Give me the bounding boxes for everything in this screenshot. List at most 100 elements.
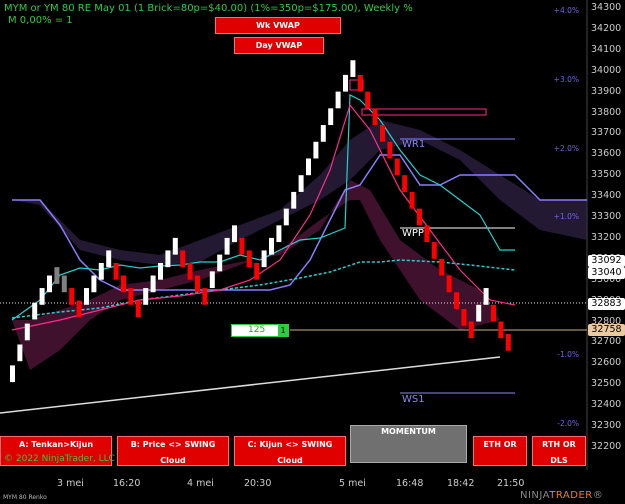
down-brick <box>454 292 459 309</box>
down-brick <box>113 262 119 280</box>
order-quantity-field[interactable]: 125 1 <box>231 324 289 337</box>
down-brick <box>61 275 67 293</box>
up-brick <box>39 288 45 305</box>
price-tick: 33600 <box>591 148 622 160</box>
signal-c-button[interactable]: C: Kijun <> SWING Cloud <box>234 436 346 466</box>
percent-label: -1.0% <box>557 350 579 359</box>
price-tick: 33300 <box>591 211 622 222</box>
down-brick <box>365 91 371 109</box>
price-badge: 33092 <box>588 255 625 267</box>
signal-b-button[interactable]: B: Price <> SWING Cloud <box>117 436 229 466</box>
down-brick <box>254 262 260 280</box>
up-brick <box>98 262 104 280</box>
up-brick <box>350 60 356 77</box>
down-brick <box>468 321 474 339</box>
momentum-panel[interactable]: MOMENTUM <box>350 425 467 463</box>
down-brick <box>505 334 511 351</box>
time-tick: 16:48 <box>396 478 424 489</box>
down-brick <box>431 242 437 259</box>
up-brick <box>24 323 30 341</box>
price-chart[interactable] <box>0 0 625 504</box>
price-tick: 33700 <box>591 127 622 139</box>
up-brick <box>106 250 112 268</box>
down-brick <box>121 275 126 293</box>
eth-or-button[interactable]: ETH OR <box>473 436 527 466</box>
up-brick <box>269 237 274 255</box>
up-brick <box>476 304 482 322</box>
price-tick: 32200 <box>591 440 622 452</box>
wr1-label: WR1 <box>402 139 426 150</box>
down-brick <box>195 275 200 293</box>
swing-cloud <box>12 120 587 265</box>
up-brick <box>306 158 311 176</box>
down-brick <box>372 108 378 126</box>
price-tick: 33800 <box>591 106 622 118</box>
ninjatrader-logo: NINJATRADER® <box>520 490 604 501</box>
price-tick: 33400 <box>591 190 622 202</box>
time-tick: 18:42 <box>447 478 475 489</box>
percent-label: +1.0% <box>553 212 579 221</box>
down-brick <box>402 175 408 192</box>
up-brick <box>224 237 230 255</box>
price-tick: 34100 <box>591 43 622 55</box>
price-tick: 34000 <box>591 64 622 76</box>
chart-title: MYM or YM 80 RE May 01 (1 Brick=80p=$40.… <box>4 3 413 14</box>
price-badge: 33040 <box>588 267 625 279</box>
day-vwap-button[interactable]: Day VWAP <box>234 37 324 54</box>
up-brick <box>165 250 171 268</box>
order-count-badge[interactable]: 1 <box>278 325 288 336</box>
down-brick <box>202 288 208 305</box>
vwap-marker <box>361 108 487 116</box>
down-brick <box>387 141 393 159</box>
down-brick <box>380 125 385 142</box>
percent-label: +4.0% <box>553 6 579 15</box>
copyright: © 2022 NinjaTrader, LLC <box>4 454 115 464</box>
wk-vwap-button[interactable]: Wk VWAP <box>215 17 341 34</box>
percent-label: -2.0% <box>557 419 579 428</box>
order-quantity-value: 125 <box>248 325 266 335</box>
down-brick <box>394 158 400 176</box>
down-brick <box>409 191 415 209</box>
up-brick <box>17 344 23 362</box>
footer-instrument: MYM 80 Renko <box>3 494 47 501</box>
price-tick: 33500 <box>591 169 622 181</box>
price-tick: 34200 <box>591 22 622 34</box>
rth-or-dls-button[interactable]: RTH OR DLS <box>532 436 586 466</box>
price-tick: 33900 <box>591 85 622 97</box>
up-brick <box>10 365 15 383</box>
up-brick <box>232 225 237 243</box>
price-tick: 32600 <box>591 357 622 369</box>
price-tick: 34300 <box>591 2 622 13</box>
trend-line <box>0 356 501 414</box>
down-brick <box>439 258 445 276</box>
up-brick <box>276 225 282 243</box>
up-brick <box>283 208 289 226</box>
percent-label: +3.0% <box>553 75 579 84</box>
up-brick <box>32 302 38 320</box>
down-brick <box>491 304 496 322</box>
time-tick: 3 mei <box>57 478 84 489</box>
price-tick: 33200 <box>591 231 622 243</box>
up-brick <box>150 275 156 293</box>
up-brick <box>91 275 97 293</box>
down-brick <box>135 300 141 318</box>
down-brick <box>498 321 504 339</box>
time-tick: 16:20 <box>113 478 141 489</box>
up-brick <box>84 288 89 305</box>
down-brick <box>128 288 134 305</box>
down-brick <box>76 300 82 318</box>
up-brick <box>291 191 297 209</box>
wpp-label: WPP <box>402 228 424 239</box>
price-tick: 32500 <box>591 378 622 390</box>
price-badge: 32883 <box>588 298 625 310</box>
up-brick <box>217 254 223 272</box>
up-brick <box>313 141 319 159</box>
price-tick: 32700 <box>591 336 622 348</box>
up-brick <box>143 288 149 305</box>
time-tick: 5 mei <box>339 478 366 489</box>
up-brick <box>483 288 489 305</box>
down-brick <box>246 250 252 268</box>
down-brick <box>187 262 193 280</box>
up-brick <box>328 108 334 126</box>
down-brick <box>417 208 422 226</box>
